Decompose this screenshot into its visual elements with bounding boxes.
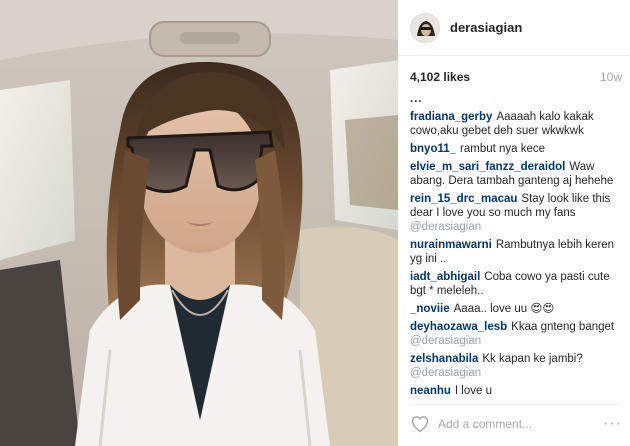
- comment-text: I love u: [454, 385, 492, 397]
- comment-mention[interactable]: @derasiagian: [410, 366, 622, 380]
- post-details-panel: derasiagian 4,102 likes 10w ... fradiana…: [398, 0, 630, 446]
- comment-text: rambut nya kece: [460, 143, 546, 155]
- comment-text: Kkaa gnteng banget: [511, 321, 615, 333]
- comment-username[interactable]: rein_15_drc_macau: [410, 193, 517, 205]
- selfie-image: [0, 0, 398, 446]
- comment-text: Kk kapan ke jambi?: [482, 353, 583, 365]
- post-timestamp[interactable]: 10w: [600, 70, 622, 84]
- comments-list: ... fradiana_gerby Aaaaah kalo kakak cowo…: [410, 92, 622, 400]
- comment: rein_15_drc_macau Stay look like this dea…: [410, 192, 622, 234]
- comment: elvie_m_sari_fanzz_deraidol Waw abang. De…: [410, 160, 622, 188]
- comment-username[interactable]: _noviie: [410, 303, 450, 315]
- comment-username[interactable]: elvie_m_sari_fanzz_deraidol: [410, 161, 565, 173]
- comment-username[interactable]: zelshanabila: [410, 353, 478, 365]
- comment-username[interactable]: fradiana_gerby: [410, 111, 492, 123]
- likes-row: 4,102 likes 10w: [410, 70, 622, 84]
- likes-count[interactable]: 4,102 likes: [410, 70, 470, 84]
- comment-footer: ···: [410, 412, 622, 436]
- comment-username[interactable]: iadt_abhigail: [410, 271, 480, 283]
- load-more-comments[interactable]: ...: [410, 92, 622, 106]
- comment: deyhaozawa_lesb Kkaa gnteng banget @deras…: [410, 320, 622, 348]
- comment: zelshanabila Kk kapan ke jambi? @derasiag…: [410, 352, 622, 380]
- comment-mention[interactable]: @derasiagian: [410, 334, 622, 348]
- avatar[interactable]: [410, 12, 440, 43]
- add-comment-input[interactable]: [438, 417, 588, 431]
- comment-text: Aaaa.. love uu 😍😍: [453, 303, 555, 315]
- comment-username[interactable]: nurainmawarni: [410, 239, 492, 251]
- more-options-icon[interactable]: ···: [603, 416, 622, 432]
- comment: fradiana_gerby Aaaaah kalo kakak cowo,aku…: [410, 110, 622, 138]
- comment-mention[interactable]: @derasiagian: [410, 220, 622, 234]
- heart-icon[interactable]: [410, 414, 430, 434]
- comment: neanhu I love u: [410, 384, 622, 398]
- comment-username[interactable]: bnyo11_: [410, 143, 456, 155]
- avatar-image: [411, 13, 439, 42]
- comment-username[interactable]: deyhaozawa_lesb: [410, 321, 507, 333]
- post-author-username[interactable]: derasiagian: [450, 20, 522, 35]
- comment-username[interactable]: neanhu: [410, 385, 451, 397]
- post-header: derasiagian: [398, 0, 630, 56]
- comment: _noviie Aaaa.. love uu 😍😍: [410, 302, 622, 316]
- comment: bnyo11_ rambut nya kece: [410, 142, 622, 156]
- footer-divider: [410, 404, 622, 405]
- comment: nurainmawarni Rambutnya lebih keren yg in…: [410, 238, 622, 266]
- post-photo[interactable]: [0, 0, 398, 446]
- comment: iadt_abhigail Coba cowo ya pasti cute bgt…: [410, 270, 622, 298]
